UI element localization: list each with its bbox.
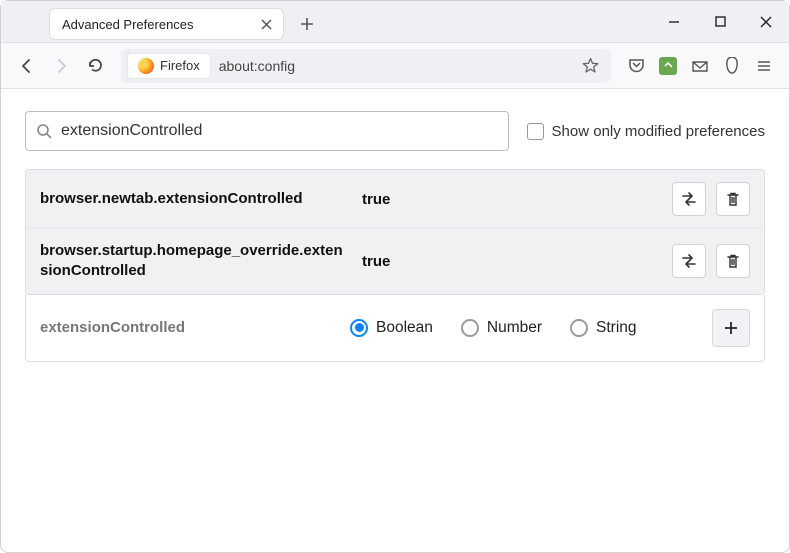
new-tab-button[interactable]: [292, 9, 322, 39]
radio-label: Boolean: [376, 319, 433, 337]
pocket-icon[interactable]: [621, 51, 651, 81]
toggle-icon: [680, 252, 698, 270]
add-pref-button[interactable]: [712, 309, 750, 347]
pref-value: true: [362, 253, 660, 270]
maximize-button[interactable]: [697, 1, 743, 43]
radio-label: String: [596, 319, 637, 337]
toggle-icon: [680, 190, 698, 208]
pref-value: true: [362, 191, 660, 208]
radio-label: Number: [487, 319, 542, 337]
identity-box[interactable]: Firefox: [127, 53, 211, 79]
pref-actions: [672, 244, 750, 278]
pref-row: browser.newtab.extensionControlled true: [26, 170, 764, 229]
pref-row: browser.startup.homepage_override.extens…: [26, 229, 764, 294]
toggle-button[interactable]: [672, 244, 706, 278]
firefox-logo-icon: [138, 58, 154, 74]
mail-icon[interactable]: [685, 51, 715, 81]
checkbox-box[interactable]: [527, 123, 544, 140]
pref-actions: [672, 182, 750, 216]
window-controls: [651, 1, 789, 43]
preferences-table: browser.newtab.extensionControlled true …: [25, 169, 765, 295]
type-radio-group: Boolean Number String: [350, 319, 712, 337]
toggle-button[interactable]: [672, 182, 706, 216]
extension-icon[interactable]: [653, 51, 683, 81]
plus-icon: [723, 320, 739, 336]
close-tab-icon[interactable]: [257, 15, 275, 33]
radio-string[interactable]: String: [570, 319, 637, 337]
search-box[interactable]: [25, 111, 509, 151]
radio-boolean[interactable]: Boolean: [350, 319, 433, 337]
radio-number[interactable]: Number: [461, 319, 542, 337]
url-text: about:config: [219, 58, 295, 74]
delete-button[interactable]: [716, 182, 750, 216]
about-config-content: Show only modified preferences browser.n…: [1, 89, 789, 384]
minimize-button[interactable]: [651, 1, 697, 43]
delete-button[interactable]: [716, 244, 750, 278]
search-row: Show only modified preferences: [25, 111, 765, 151]
show-modified-checkbox[interactable]: Show only modified preferences: [527, 123, 765, 140]
bookmark-star-icon[interactable]: [576, 57, 605, 74]
reload-button[interactable]: [79, 50, 111, 82]
identity-label: Firefox: [160, 58, 200, 73]
new-pref-name: extensionControlled: [40, 319, 350, 336]
tab-title: Advanced Preferences: [62, 17, 247, 32]
search-input[interactable]: [61, 122, 498, 140]
browser-tab[interactable]: Advanced Preferences: [49, 8, 284, 40]
nav-toolbar: Firefox about:config: [1, 43, 789, 89]
close-window-button[interactable]: [743, 1, 789, 43]
url-bar[interactable]: Firefox about:config: [121, 49, 611, 83]
forward-button[interactable]: [45, 50, 77, 82]
shield-icon[interactable]: [717, 51, 747, 81]
titlebar: Advanced Preferences: [1, 1, 789, 43]
pref-name: browser.newtab.extensionControlled: [40, 189, 350, 209]
back-button[interactable]: [11, 50, 43, 82]
trash-icon: [725, 253, 741, 269]
new-pref-row: extensionControlled Boolean Number Strin…: [25, 295, 765, 362]
show-modified-label: Show only modified preferences: [552, 123, 765, 140]
pref-name: browser.startup.homepage_override.extens…: [40, 241, 350, 282]
hamburger-menu-icon[interactable]: [749, 51, 779, 81]
trash-icon: [725, 191, 741, 207]
search-icon: [36, 123, 53, 140]
